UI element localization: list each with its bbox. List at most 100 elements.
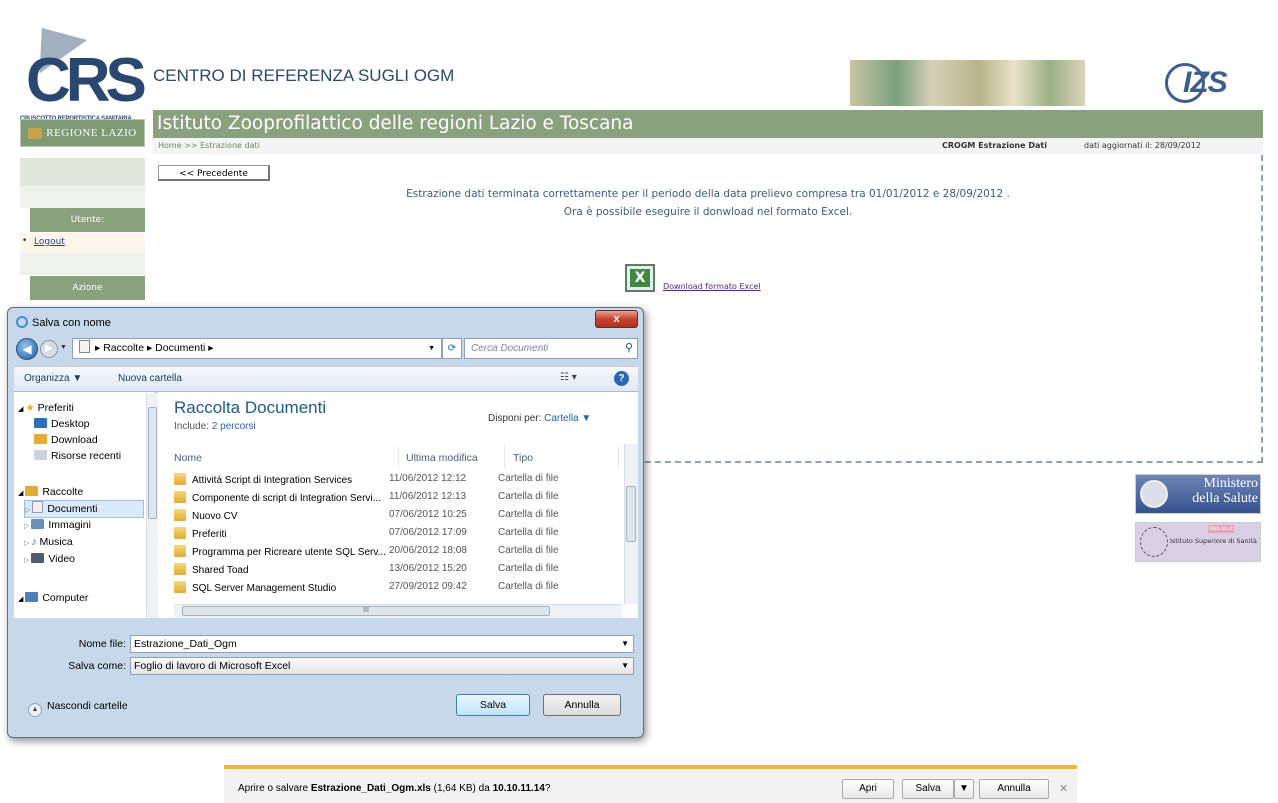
collapsed-arrow-icon[interactable]: ▷ bbox=[25, 507, 32, 514]
path-raccolte[interactable]: Raccolte bbox=[103, 342, 144, 354]
save-button[interactable]: Salva bbox=[456, 694, 530, 716]
computer-icon bbox=[25, 592, 39, 602]
folder-icon bbox=[174, 491, 186, 503]
folder-icon bbox=[174, 581, 186, 593]
nav-item-label: Risorse recenti bbox=[51, 450, 122, 462]
file-row[interactable]: Programma per Ricreare utente SQL Serv..… bbox=[174, 545, 614, 563]
column-header-type[interactable]: Tipo bbox=[513, 452, 533, 464]
column-separator bbox=[504, 446, 505, 468]
expand-arrow-icon[interactable]: ◢ bbox=[18, 596, 25, 603]
region-label: REGIONE LAZIO bbox=[46, 127, 137, 139]
download-suffix: ? bbox=[544, 783, 551, 794]
nav-item-musica[interactable]: ▷ ♪ Musica bbox=[24, 536, 73, 548]
hide-folders-toggle[interactable]: ▲ Nascondi cartelle bbox=[28, 700, 128, 717]
close-icon[interactable]: ✕ bbox=[1059, 782, 1068, 795]
cancel-button[interactable]: Annulla bbox=[543, 694, 621, 716]
cancel-download-button[interactable]: Annulla bbox=[979, 779, 1049, 799]
filename-label: Nome file: bbox=[78, 638, 126, 650]
save-options-dropdown-icon[interactable]: ▼ bbox=[954, 779, 974, 799]
close-button[interactable]: x bbox=[595, 310, 638, 328]
download-prefix: Aprire o salvare bbox=[238, 783, 311, 794]
crs-logo: CRS CRUSCOTTO REPORTISTICA SANITARIA bbox=[18, 10, 147, 122]
file-list-pane: Raccolta Documenti Include: 2 percorsi D… bbox=[158, 392, 638, 618]
save-type-value: Foglio di lavoro di Microsoft Excel bbox=[134, 660, 291, 672]
expand-arrow-icon[interactable]: ◢ bbox=[18, 490, 25, 497]
horizontal-scroll-thumb[interactable]: III bbox=[182, 606, 550, 616]
column-header-modified[interactable]: Ultima modifica bbox=[406, 452, 478, 464]
arrange-by-dropdown[interactable]: Cartella ▼ bbox=[544, 413, 591, 424]
column-header-name[interactable]: Nome bbox=[174, 452, 202, 464]
ministero-salute-logo[interactable]: Ministero della Salute bbox=[1135, 474, 1261, 514]
save-as-dialog: Salva con nome x ◀ ▶ ▼ ▸ Raccolte ▸ Docu… bbox=[7, 307, 644, 738]
file-row[interactable]: Nuovo CV 07/06/2012 10:25 Cartella di file bbox=[174, 509, 614, 527]
folder-icon bbox=[174, 527, 186, 539]
organize-menu[interactable]: Organizza ▼ bbox=[24, 373, 82, 384]
collapsed-arrow-icon[interactable]: ▷ bbox=[24, 557, 31, 564]
path-documenti[interactable]: Documenti bbox=[155, 342, 205, 354]
download-excel-link[interactable]: Download formato Excel bbox=[663, 282, 761, 291]
nav-item-video[interactable]: ▷ Video bbox=[24, 553, 75, 565]
nav-favorites[interactable]: ◢ ★ Preferiti bbox=[18, 402, 74, 414]
library-title: Raccolta Documenti bbox=[174, 398, 327, 417]
nav-item-label: Documenti bbox=[47, 503, 98, 515]
dialog-title: Salva con nome bbox=[16, 316, 111, 329]
collapsed-arrow-icon[interactable]: ▷ bbox=[24, 523, 31, 530]
save-download-button[interactable]: Salva bbox=[902, 779, 954, 799]
view-options-icon[interactable]: ☷ ▾ bbox=[560, 372, 577, 383]
nav-computer[interactable]: ◢ Computer bbox=[18, 592, 88, 604]
download-host: 10.10.11.14 bbox=[492, 783, 545, 794]
file-name: SQL Server Management Studio bbox=[192, 583, 337, 594]
file-date: 27/09/2012 09:42 bbox=[389, 581, 467, 592]
updated-date: dati aggiornati il: 28/09/2012 bbox=[1084, 141, 1201, 150]
file-row[interactable]: Attività Script di Integration Services 1… bbox=[174, 473, 614, 491]
logout-link[interactable]: Logout bbox=[34, 237, 65, 247]
previous-button[interactable]: << Precedente bbox=[158, 165, 270, 181]
address-dropdown-icon[interactable]: ▼ bbox=[428, 339, 435, 358]
filename-input[interactable]: Estrazione_Dati_Ogm ▼ bbox=[130, 635, 634, 653]
help-icon[interactable]: ? bbox=[614, 371, 629, 386]
address-bar[interactable]: ▸ Raccolte ▸ Documenti ▸ ▼ bbox=[72, 338, 442, 359]
nav-item-label: Download bbox=[51, 434, 98, 446]
search-icon[interactable]: ⚲ bbox=[625, 339, 633, 358]
open-button[interactable]: Apri bbox=[842, 779, 894, 799]
iss-logo[interactable]: Web.iss.it Istituto Superiore di Sanità bbox=[1135, 522, 1261, 562]
file-row[interactable]: Shared Toad 13/06/2012 15:20 Cartella di f… bbox=[174, 563, 614, 581]
sidebar-logout-row: • Logout bbox=[20, 233, 145, 253]
crs-logo-letters: CRS bbox=[26, 46, 147, 115]
nav-item-download[interactable]: Download bbox=[34, 434, 98, 446]
new-folder-button[interactable]: Nuova cartella bbox=[118, 373, 182, 384]
folder-icon bbox=[174, 545, 186, 557]
file-list-horizontal-scrollbar[interactable]: III bbox=[174, 604, 622, 618]
music-icon: ♪ bbox=[31, 536, 40, 548]
nav-item-documenti[interactable]: ▷ Documenti bbox=[24, 500, 144, 518]
folder-icon bbox=[174, 509, 186, 521]
back-arrow-icon[interactable]: ◀ bbox=[16, 338, 38, 360]
nav-item-desktop[interactable]: Desktop bbox=[34, 418, 90, 430]
refresh-icon[interactable]: ⟳ bbox=[442, 338, 462, 359]
search-input[interactable]: Cerca Documenti ⚲ bbox=[464, 338, 638, 359]
file-list-vertical-scrollbar[interactable] bbox=[624, 444, 638, 604]
path-sep-icon: ▸ bbox=[205, 342, 214, 354]
filename-dropdown-icon[interactable]: ▼ bbox=[621, 636, 629, 652]
include-paths-link[interactable]: 2 percorsi bbox=[212, 421, 256, 432]
download-message: Aprire o salvare Estrazione_Dati_Ogm.xls… bbox=[238, 783, 550, 794]
logout-bullet: • bbox=[22, 236, 28, 246]
column-separator bbox=[398, 446, 399, 468]
navigation-pane: ◢ ★ Preferiti Desktop Download Risorse r… bbox=[14, 392, 155, 618]
save-type-select[interactable]: Foglio di lavoro di Microsoft Excel ▼ bbox=[130, 657, 634, 675]
save-type-dropdown-icon[interactable]: ▼ bbox=[621, 658, 629, 674]
site-title: CENTRO DI REFERENZA SUGLI OGM bbox=[153, 66, 455, 85]
recent-pages-dropdown-icon[interactable]: ▼ bbox=[60, 344, 67, 351]
nav-libraries[interactable]: ◢ Raccolte bbox=[18, 486, 83, 498]
file-row[interactable]: Preferiti 07/06/2012 17:09 Cartella di fil… bbox=[174, 527, 614, 545]
nav-pane-scroll-thumb[interactable] bbox=[148, 407, 157, 519]
vertical-scroll-thumb[interactable] bbox=[626, 486, 636, 542]
file-row[interactable]: SQL Server Management Studio 27/09/2012 0… bbox=[174, 581, 614, 599]
excel-icon[interactable]: X bbox=[625, 264, 655, 292]
breadcrumb[interactable]: Home >> Estrazione dati bbox=[158, 141, 260, 150]
forward-arrow-icon[interactable]: ▶ bbox=[40, 340, 58, 358]
file-row[interactable]: Componente di script di Integration Serv… bbox=[174, 491, 614, 509]
region-lazio-logo[interactable]: REGIONE LAZIO bbox=[20, 119, 145, 147]
nav-item-recent[interactable]: Risorse recenti bbox=[34, 450, 121, 462]
nav-item-immagini[interactable]: ▷ Immagini bbox=[24, 519, 91, 531]
